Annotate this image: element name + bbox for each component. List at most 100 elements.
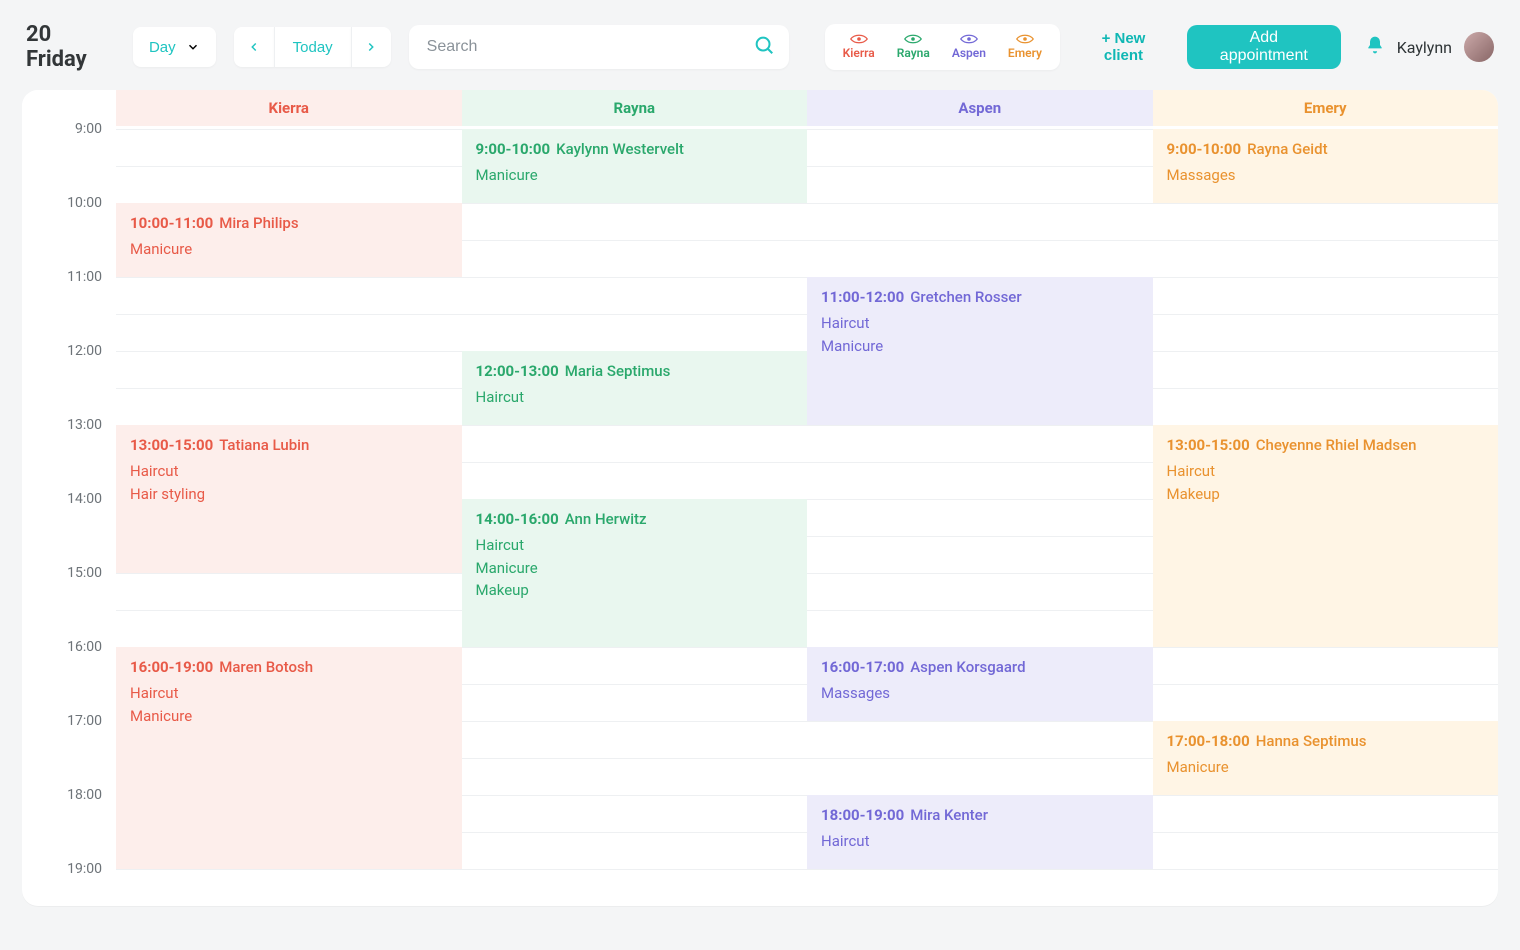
date-title: 20 Friday [26, 22, 109, 72]
appointment-time: 11:00-12:00 [821, 288, 904, 306]
appointment-client: Maren Botosh [219, 658, 313, 676]
staff-toggle-label: Aspen [952, 46, 986, 60]
column-header-aspen: Aspen [807, 90, 1153, 126]
chevron-right-icon [364, 40, 378, 54]
staff-toggle-label: Emery [1008, 46, 1042, 60]
column-aspen[interactable]: 11:00-12:00Gretchen RosserHaircutManicur… [807, 126, 1153, 906]
bell-icon[interactable] [1365, 35, 1385, 59]
time-label: 13:00 [67, 417, 102, 433]
appointment-client: Aspen Korsgaard [910, 658, 1025, 676]
appointment-client: Mira Philips [219, 214, 298, 232]
column-kierra[interactable]: 10:00-11:00 Mira Philips Manicure 13:00-15:… [116, 126, 462, 906]
appointment[interactable]: 18:00-19:00 Mira Kenter Haircut [807, 795, 1153, 869]
appointment-client: Kaylynn Westervelt [556, 140, 684, 158]
staff-toggle-rayna[interactable]: Rayna [897, 34, 930, 60]
time-label: 19:00 [67, 861, 102, 877]
appointment-client: Rayna Geidt [1247, 140, 1327, 158]
appointment-time: 9:00-10:00 [1167, 140, 1242, 158]
appointment-time: 14:00-16:00 [476, 510, 559, 528]
appointment-service: Massages [1167, 165, 1485, 187]
appointment[interactable]: 14:00-16:00 Ann Herwitz HaircutManicureMak… [462, 499, 808, 647]
today-button[interactable]: Today [274, 27, 351, 67]
appointment-service: Manicure [476, 558, 794, 580]
appointment-service: Manicure [476, 165, 794, 187]
appointment-service: Manicure [821, 336, 1139, 358]
search [409, 25, 789, 69]
appointment-service: Haircut [130, 683, 448, 705]
staff-toggle-aspen[interactable]: Aspen [952, 34, 986, 60]
time-label: 17:00 [67, 713, 102, 729]
appointment-service: Makeup [1167, 484, 1485, 506]
appointment-time: 12:00-13:00 [476, 362, 559, 380]
next-day-button[interactable] [351, 27, 391, 67]
appointment-client: Ann Herwitz [565, 510, 647, 528]
topbar: 20 Friday Day Today Kierra Rayna Aspen Emer… [0, 0, 1520, 90]
appointment[interactable]: 17:00-18:00 Hanna Septimus Manicure [1153, 721, 1499, 795]
appointment-client: Gretchen Rosser [910, 288, 1021, 306]
view-select-label: Day [149, 39, 176, 56]
time-label: 12:00 [67, 343, 102, 359]
appointment-time: 9:00-10:00 [476, 140, 551, 158]
new-client-button[interactable]: + New client [1078, 29, 1169, 65]
appointment-service: Manicure [130, 706, 448, 728]
calendar-panel: KierraRaynaAspenEmery9:0010:0011:0012:00… [22, 90, 1498, 906]
column-emery[interactable]: 9:00-10:00 Rayna Geidt Massages 13:00-15:00… [1153, 126, 1499, 906]
time-label: 9:00 [75, 121, 102, 137]
column-header-rayna: Rayna [462, 90, 808, 126]
appointment-client: Tatiana Lubin [219, 436, 309, 454]
search-input[interactable] [409, 25, 789, 69]
date-nav: Today [234, 27, 391, 67]
appointment-service: Massages [821, 683, 1139, 705]
appointment[interactable]: 12:00-13:00 Maria Septimus Haircut [462, 351, 808, 425]
time-label: 15:00 [67, 565, 102, 581]
time-label: 11:00 [67, 269, 102, 285]
staff-toggle-label: Kierra [843, 46, 875, 60]
appointment-service: Makeup [476, 580, 794, 602]
search-icon [753, 34, 775, 60]
appointment[interactable]: 13:00-15:00Cheyenne Rhiel MadsenHaircutM… [1153, 425, 1499, 647]
appointment-service: Haircut [821, 831, 1139, 853]
staff-filter: Kierra Rayna Aspen Emery [825, 24, 1060, 70]
appointment-client: Maria Septimus [565, 362, 671, 380]
appointment-service: Haircut [821, 313, 1139, 335]
appointment-time: 13:00-15:00 [1167, 436, 1250, 454]
staff-toggle-kierra[interactable]: Kierra [843, 34, 875, 60]
appointment-service: Hair styling [130, 484, 448, 506]
user-menu[interactable]: Kaylynn [1365, 32, 1494, 62]
appointment[interactable]: 11:00-12:00 Gretchen Rosser HaircutManicur… [807, 277, 1153, 425]
time-column: 9:0010:0011:0012:0013:0014:0015:0016:001… [22, 126, 116, 906]
appointment-service: Haircut [476, 387, 794, 409]
appointment-service: Manicure [1167, 757, 1485, 779]
appointment[interactable]: 9:00-10:00 Kaylynn Westervelt Manicure [462, 129, 808, 203]
avatar[interactable] [1464, 32, 1494, 62]
appointment[interactable]: 16:00-17:00 Aspen Korsgaard Massages [807, 647, 1153, 721]
appointment-client: Mira Kenter [910, 806, 988, 824]
column-header-kierra: Kierra [116, 90, 462, 126]
column-rayna[interactable]: 9:00-10:00 Kaylynn Westervelt Manicure 12:0… [462, 126, 808, 906]
appointment-time: 17:00-18:00 [1167, 732, 1250, 750]
user-name: Kaylynn [1397, 38, 1452, 57]
appointment-time: 16:00-19:00 [130, 658, 213, 676]
appointment-client: Hanna Septimus [1256, 732, 1367, 750]
appointment[interactable]: 13:00-15:00 Tatiana Lubin HaircutHair styl… [116, 425, 462, 573]
prev-day-button[interactable] [234, 27, 274, 67]
view-select[interactable]: Day [133, 27, 216, 67]
appointment-time: 18:00-19:00 [821, 806, 904, 824]
appointment[interactable]: 16:00-19:00 Maren Botosh HaircutManicure [116, 647, 462, 869]
appointment-service: Haircut [130, 461, 448, 483]
add-appointment-button[interactable]: Add appointment [1187, 25, 1341, 69]
appointment-time: 16:00-17:00 [821, 658, 904, 676]
appointment[interactable]: 9:00-10:00 Rayna Geidt Massages [1153, 129, 1499, 203]
appointment[interactable]: 10:00-11:00 Mira Philips Manicure [116, 203, 462, 277]
staff-toggle-label: Rayna [897, 46, 930, 60]
column-header-emery: Emery [1153, 90, 1499, 126]
staff-toggle-emery[interactable]: Emery [1008, 34, 1042, 60]
chevron-down-icon [186, 40, 200, 54]
time-label: 16:00 [67, 639, 102, 655]
appointment-time: 10:00-11:00 [130, 214, 213, 232]
appointment-service: Manicure [130, 239, 448, 261]
calendar-grid: KierraRaynaAspenEmery9:0010:0011:0012:00… [22, 90, 1498, 906]
appointment-service: Haircut [476, 535, 794, 557]
chevron-left-icon [247, 40, 261, 54]
appointment-time: 13:00-15:00 [130, 436, 213, 454]
